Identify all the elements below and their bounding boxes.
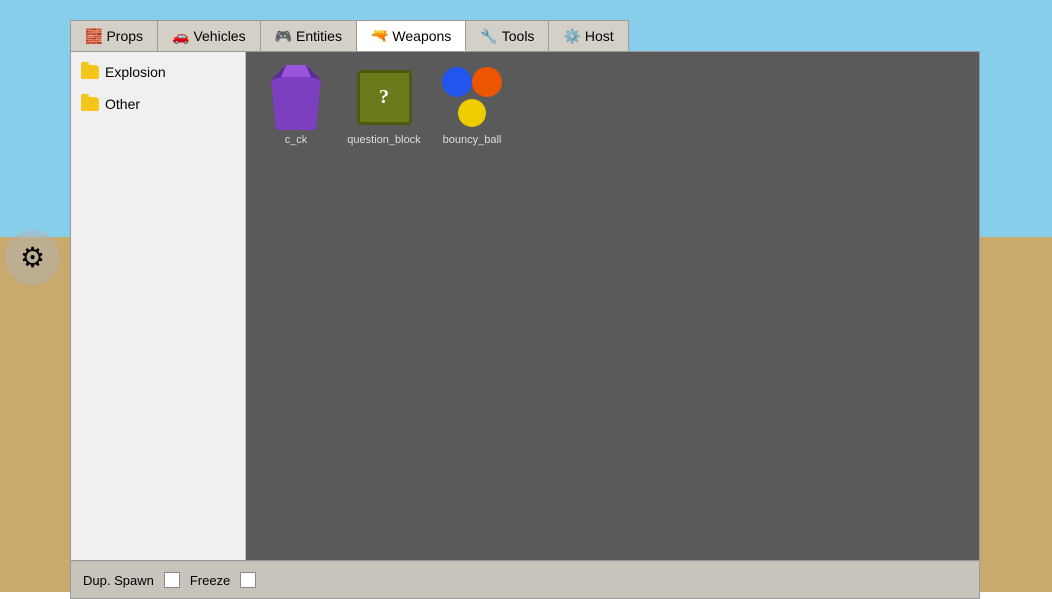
item-bouncy-ball-label: bouncy_ball bbox=[443, 134, 502, 146]
freeze-checkbox[interactable] bbox=[240, 572, 256, 588]
tab-vehicles-label: Vehicles bbox=[193, 28, 245, 44]
item-c-ck-label: c_ck bbox=[285, 134, 308, 146]
item-bouncy-ball-preview bbox=[437, 62, 507, 132]
item-c-ck-preview bbox=[261, 62, 331, 132]
weapons-icon: 🔫 bbox=[371, 27, 388, 44]
ui-panel: 🧱 Props 🚗 Vehicles 🎮 Entities 🔫 Weapons … bbox=[70, 20, 980, 580]
tab-vehicles[interactable]: 🚗 Vehicles bbox=[158, 21, 261, 51]
host-icon: ⚙️ bbox=[563, 28, 580, 45]
item-question-block-label: question_block bbox=[347, 134, 420, 146]
main-content: c_ck ? question_block bbox=[246, 52, 979, 560]
item-c-ck[interactable]: c_ck bbox=[256, 62, 336, 146]
c-ck-shape bbox=[271, 65, 321, 130]
tab-weapons-label: Weapons bbox=[392, 28, 451, 44]
folder-icon-other bbox=[81, 97, 99, 111]
bottom-bar: Dup. Spawn Freeze bbox=[70, 561, 980, 599]
entities-icon: 🎮 bbox=[275, 28, 292, 45]
sidebar-item-other[interactable]: Other bbox=[71, 88, 245, 120]
dup-spawn-checkbox[interactable] bbox=[164, 572, 180, 588]
item-question-block-preview: ? bbox=[349, 62, 419, 132]
tab-props-label: Props bbox=[106, 28, 143, 44]
tab-bar: 🧱 Props 🚗 Vehicles 🎮 Entities 🔫 Weapons … bbox=[70, 20, 629, 51]
ball-blue bbox=[442, 67, 472, 97]
item-bouncy-ball[interactable]: bouncy_ball bbox=[432, 62, 512, 146]
content-area: Explosion Other bbox=[70, 51, 980, 561]
tab-tools[interactable]: 🔧 Tools bbox=[466, 21, 549, 51]
sidebar-label-other: Other bbox=[105, 96, 140, 112]
question-block-shape: ? bbox=[357, 70, 412, 125]
props-icon: 🧱 bbox=[85, 28, 102, 45]
gear-overlay-icon[interactable]: ⚙ bbox=[5, 230, 60, 285]
sidebar-item-explosion[interactable]: Explosion bbox=[71, 56, 245, 88]
tools-icon: 🔧 bbox=[480, 28, 497, 45]
items-grid: c_ck ? question_block bbox=[256, 62, 969, 146]
bouncy-ball-shape bbox=[437, 67, 507, 127]
dup-spawn-label: Dup. Spawn bbox=[83, 573, 154, 588]
tab-host[interactable]: ⚙️ Host bbox=[549, 21, 627, 51]
tab-host-label: Host bbox=[585, 28, 614, 44]
ball-orange bbox=[472, 67, 502, 97]
freeze-label: Freeze bbox=[190, 573, 230, 588]
tab-tools-label: Tools bbox=[502, 28, 535, 44]
ball-yellow bbox=[458, 99, 486, 127]
item-question-block[interactable]: ? question_block bbox=[344, 62, 424, 146]
tab-entities[interactable]: 🎮 Entities bbox=[261, 21, 357, 51]
tab-props[interactable]: 🧱 Props bbox=[71, 21, 158, 51]
tab-weapons[interactable]: 🔫 Weapons bbox=[357, 21, 466, 51]
sidebar-label-explosion: Explosion bbox=[105, 64, 166, 80]
folder-icon-explosion bbox=[81, 65, 99, 79]
sidebar: Explosion Other bbox=[71, 52, 246, 560]
vehicles-icon: 🚗 bbox=[172, 28, 189, 45]
tab-entities-label: Entities bbox=[296, 28, 342, 44]
